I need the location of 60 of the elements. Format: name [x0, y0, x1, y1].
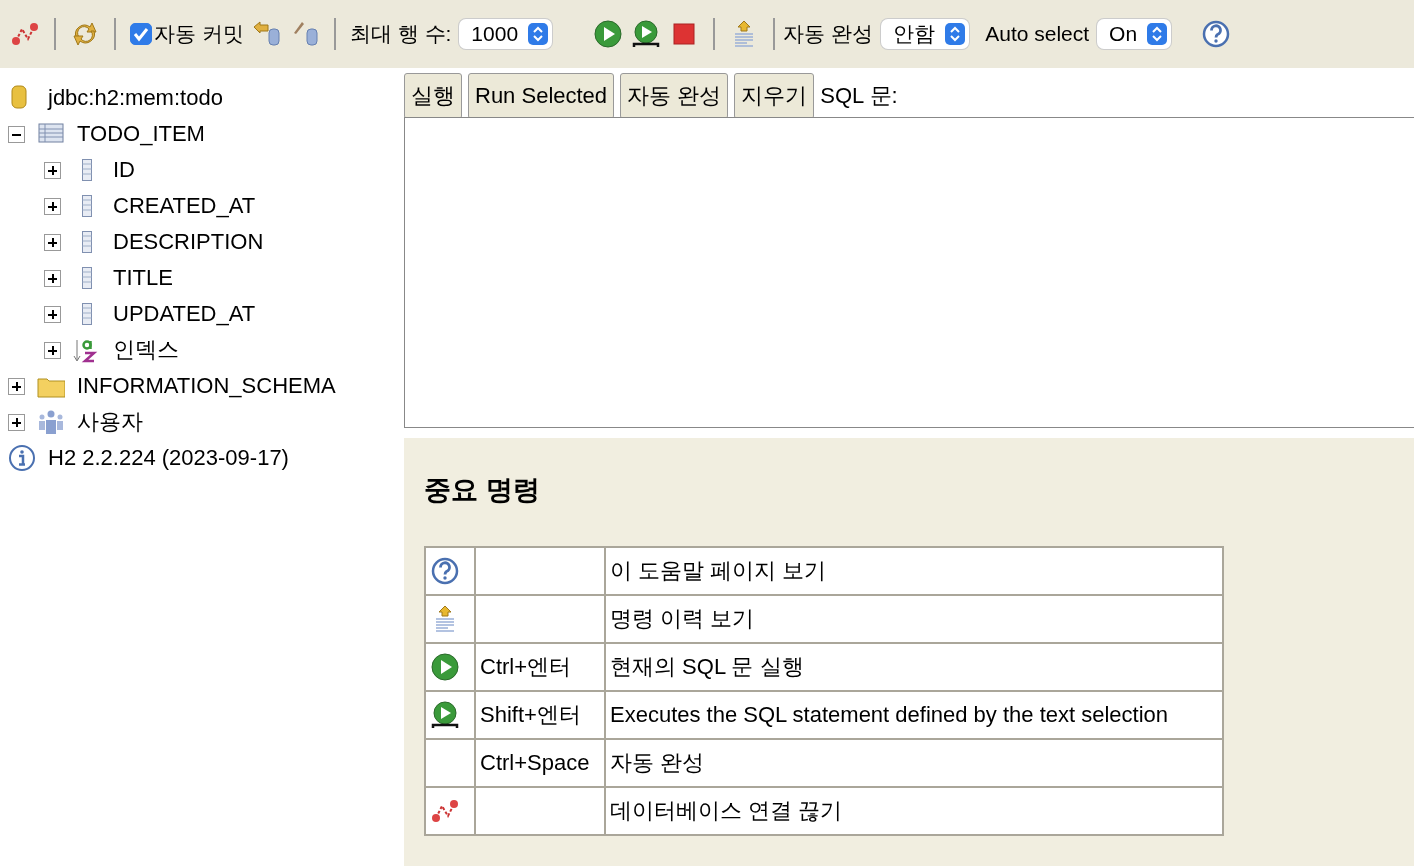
play-selection-icon: [631, 19, 662, 49]
max-rows-label: 최대 행 수:: [349, 21, 452, 47]
column-icon: [82, 159, 92, 181]
play-icon: [593, 19, 624, 49]
auto-select-label: Auto select: [985, 22, 1090, 46]
dropdown[interactable]: 1000: [459, 19, 553, 49]
description-text: 데이터베이스 연결 끊기: [610, 798, 843, 823]
expand-toggle[interactable]: [44, 161, 61, 179]
info-icon: [8, 444, 36, 472]
help-icon: [430, 556, 460, 586]
dropdown[interactable]: 안함: [881, 19, 970, 49]
autocomplete-label: 자동 완성: [783, 21, 874, 47]
sql-label: SQL 문:: [820, 82, 898, 110]
shortcut-text: Ctrl+Space: [480, 750, 590, 775]
expand-toggle[interactable]: [8, 413, 25, 431]
dropdown[interactable]: On: [1097, 19, 1172, 49]
shortcut-text: Ctrl+엔터: [480, 654, 572, 679]
help-title: 중요 명령: [424, 474, 541, 507]
up-down-arrows-icon: [1147, 23, 1168, 45]
help-icon: [1201, 19, 1232, 49]
tree-item[interactable]: DESCRIPTION: [113, 229, 264, 255]
expand-toggle[interactable]: [44, 269, 61, 287]
description-text: 명령 이력 보기: [610, 606, 755, 631]
column-icon: [82, 303, 92, 325]
rollback-icon: [251, 19, 282, 49]
up-down-arrows-icon: [945, 23, 966, 45]
tree-item[interactable]: INFORMATION_SCHEMA: [77, 373, 336, 399]
play-icon: [430, 652, 460, 682]
shortcut-text: Shift+엔터: [480, 702, 581, 727]
tree-item[interactable]: UPDATED_AT: [113, 301, 256, 327]
expand-toggle[interactable]: [8, 125, 25, 143]
expand-toggle[interactable]: [44, 305, 61, 323]
toolbar-button[interactable]: 실행: [404, 73, 462, 119]
description-text: 현재의 SQL 문 실행: [610, 654, 804, 679]
tree-item[interactable]: H2 2.2.224 (2023-09-17): [48, 445, 289, 471]
tree-item[interactable]: 사용자: [77, 407, 143, 437]
description-text: 이 도움말 페이지 보기: [610, 558, 827, 583]
column-icon: [82, 267, 92, 289]
checkbox-label: 자동 커밋: [154, 21, 244, 47]
description-text: 자동 완성: [610, 750, 705, 775]
toolbar-button[interactable]: 지우기: [734, 73, 815, 119]
tree-item[interactable]: jdbc:h2:mem:todo: [48, 85, 223, 111]
tree-item[interactable]: CREATED_AT: [113, 193, 256, 219]
play-selection-icon: [430, 700, 460, 730]
checkbox[interactable]: [130, 23, 152, 45]
tree-item[interactable]: ID: [113, 157, 135, 183]
expand-toggle[interactable]: [44, 233, 61, 251]
column-icon: [82, 195, 92, 217]
tree-item[interactable]: TITLE: [113, 265, 173, 291]
description-text: Executes the SQL statement defined by the text selection: [610, 702, 1169, 727]
expand-toggle[interactable]: [44, 197, 61, 215]
toolbar-button[interactable]: Run Selected: [468, 73, 615, 119]
expand-toggle[interactable]: [8, 377, 25, 395]
column-icon: [82, 231, 92, 253]
users-icon: [37, 408, 65, 436]
tree-item[interactable]: TODO_ITEM: [77, 121, 205, 147]
up-down-arrows-icon: [528, 23, 549, 45]
expand-toggle[interactable]: [44, 341, 61, 359]
toolbar-button[interactable]: 자동 완성: [620, 73, 729, 119]
tree-item[interactable]: 인덱스: [113, 335, 179, 365]
